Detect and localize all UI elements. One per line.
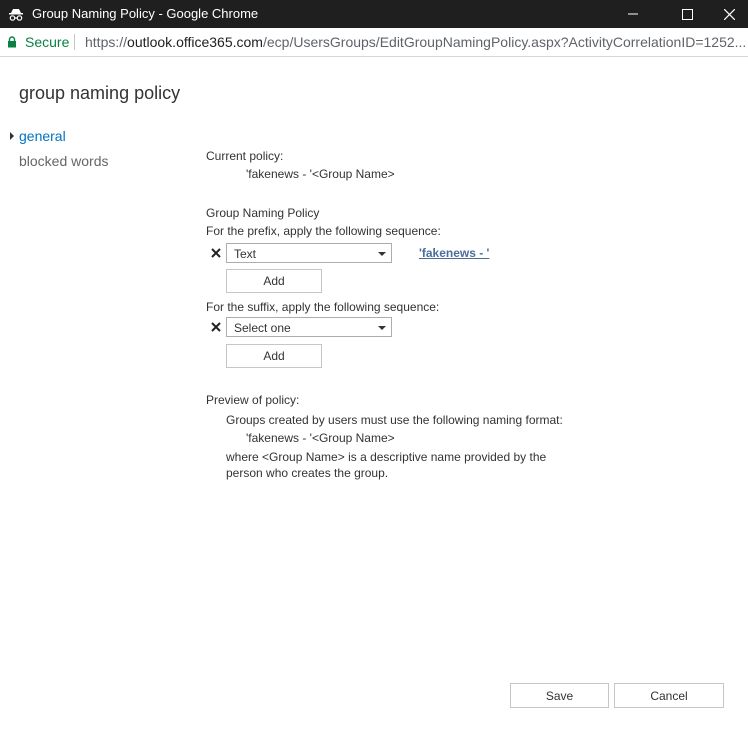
minimize-icon: [628, 13, 638, 15]
url-text[interactable]: https://outlook.office365.com/ecp/UsersG…: [85, 34, 746, 50]
url-host: outlook.office365.com: [127, 34, 263, 50]
preview-note-line1: where <Group Name> is a descriptive name…: [226, 450, 547, 464]
minimize-button[interactable]: [610, 0, 656, 28]
address-separator: [74, 34, 75, 50]
nav-item-blocked-words[interactable]: blocked words: [19, 153, 109, 169]
url-path: /ecp/UsersGroups/EditGroupNamingPolicy.a…: [262, 34, 747, 50]
close-button[interactable]: [710, 0, 748, 28]
current-policy-label: Current policy:: [206, 149, 284, 163]
remove-suffix-icon[interactable]: [211, 322, 221, 332]
cancel-button[interactable]: Cancel: [614, 683, 724, 708]
preview-note-line2: person who creates the group.: [226, 466, 389, 480]
current-policy-value: 'fakenews - '<Group Name>: [246, 167, 395, 181]
maximize-icon: [681, 8, 693, 20]
page-title: group naming policy: [19, 83, 181, 103]
suffix-add-button[interactable]: Add: [226, 344, 322, 368]
lock-icon: [8, 36, 16, 48]
prefix-label: For the prefix, apply the following sequ…: [206, 224, 441, 238]
nav-selected-arrow-icon: [10, 132, 14, 140]
close-icon: [723, 8, 735, 20]
preview-format: 'fakenews - '<Group Name>: [246, 431, 395, 445]
preview-intro: Groups created by users must use the fol…: [226, 413, 563, 427]
chevron-down-icon: [378, 326, 386, 330]
prefix-type-select[interactable]: Text: [226, 243, 392, 263]
prefix-add-button[interactable]: Add: [226, 269, 322, 293]
remove-prefix-icon[interactable]: [211, 248, 221, 258]
naming-policy-heading: Group Naming Policy: [206, 206, 320, 220]
save-button[interactable]: Save: [510, 683, 609, 708]
address-bar[interactable]: Secure https://outlook.office365.com/ecp…: [0, 28, 748, 57]
incognito-icon: [9, 9, 23, 21]
window-titlebar: Group Naming Policy - Google Chrome: [0, 0, 748, 28]
secure-label: Secure: [25, 34, 70, 50]
url-scheme: https://: [85, 34, 128, 50]
chevron-down-icon: [378, 252, 386, 256]
maximize-button[interactable]: [664, 0, 710, 28]
suffix-type-value: Select one: [234, 321, 291, 335]
prefix-text-link[interactable]: 'fakenews - ': [419, 246, 489, 260]
window-title: Group Naming Policy - Google Chrome: [32, 6, 259, 21]
suffix-type-select[interactable]: Select one: [226, 317, 392, 337]
preview-label: Preview of policy:: [206, 393, 300, 407]
prefix-type-value: Text: [234, 247, 257, 261]
nav-item-general[interactable]: general: [19, 128, 66, 144]
suffix-label: For the suffix, apply the following sequ…: [206, 300, 440, 314]
